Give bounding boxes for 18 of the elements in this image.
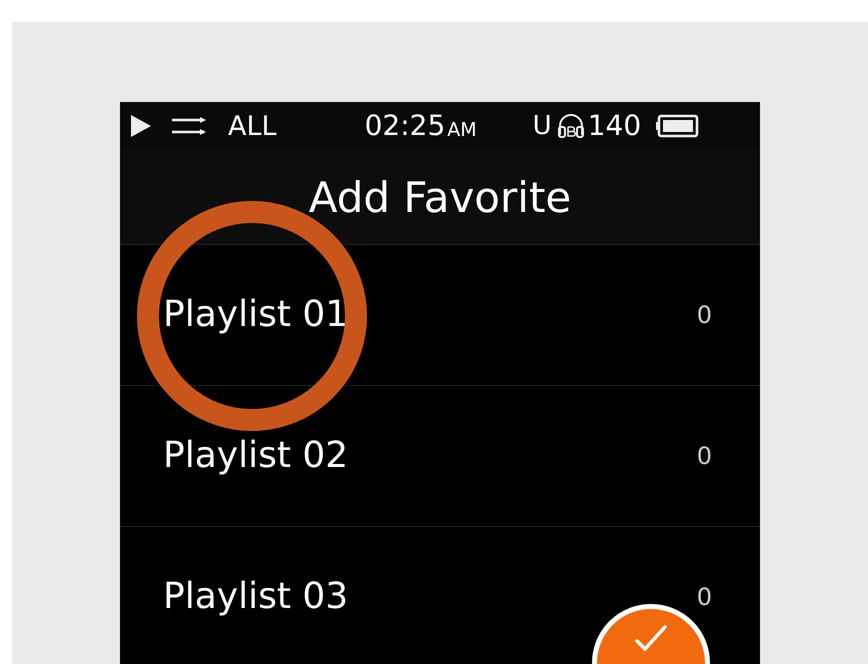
screen-title: Add Favorite [308,172,572,224]
play-icon [130,114,152,138]
song-count: 0 [696,300,712,331]
playlist-name: Playlist 03 [163,575,348,619]
volume-level: 140 [588,112,642,140]
playlist-name: Playlist 01 [163,293,348,337]
usb-indicator: U [532,113,552,139]
song-count: 0 [696,582,712,613]
song-count: 0 [696,441,712,472]
check-icon [635,625,667,651]
battery-icon [655,114,700,138]
playlist-row[interactable]: Playlist 01 0 [120,245,760,386]
clock: 02:25 AM [364,112,477,140]
headphone-icon [556,113,586,139]
repeat-mode: ALL [228,112,277,140]
repeat-icon [170,115,208,137]
playlist-row[interactable]: Playlist 02 0 [120,386,760,527]
playlist-name: Playlist 02 [163,434,348,478]
